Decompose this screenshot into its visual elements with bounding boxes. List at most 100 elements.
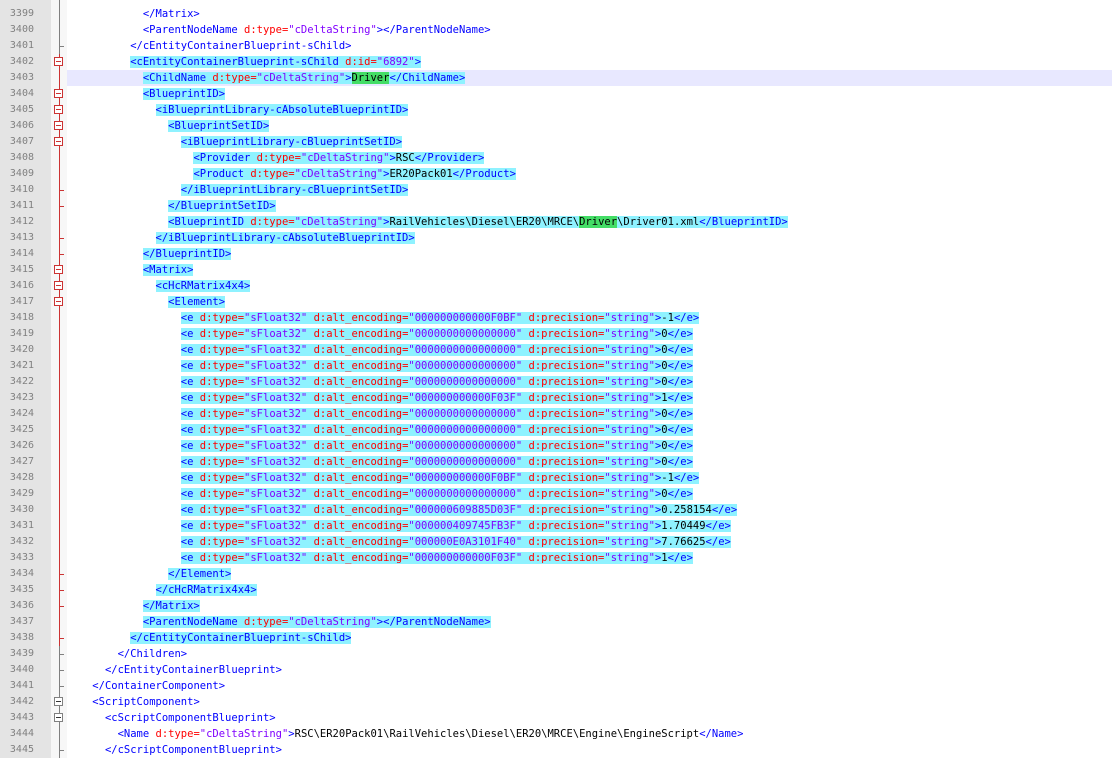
fold-collapse-icon[interactable] — [51, 278, 67, 294]
code-line[interactable]: 3442 <ScriptComponent> — [0, 694, 1112, 710]
code-text[interactable]: <e d:type="sFloat32" d:alt_encoding="000… — [67, 390, 693, 406]
code-text[interactable]: <BlueprintID> — [67, 86, 226, 102]
code-line[interactable]: 3416 <cHcRMatrix4x4> — [0, 278, 1112, 294]
code-text[interactable]: </Element> — [67, 566, 232, 582]
fold-collapse-icon[interactable] — [51, 694, 67, 710]
code-text[interactable]: <ChildName d:type="cDeltaString">Driver<… — [67, 70, 466, 86]
code-line[interactable]: 3421 <e d:type="sFloat32" d:alt_encoding… — [0, 358, 1112, 374]
code-text[interactable]: </iBlueprintLibrary-cBlueprintSetID> — [67, 182, 409, 198]
code-line[interactable]: 3427 <e d:type="sFloat32" d:alt_encoding… — [0, 454, 1112, 470]
code-text[interactable]: <e d:type="sFloat32" d:alt_encoding="000… — [67, 326, 693, 342]
fold-collapse-icon[interactable] — [51, 86, 67, 102]
code-text[interactable]: <iBlueprintLibrary-cAbsoluteBlueprintID> — [67, 102, 409, 118]
code-line[interactable]: 3418 <e d:type="sFloat32" d:alt_encoding… — [0, 310, 1112, 326]
code-text[interactable]: <Provider d:type="cDeltaString">RSC</Pro… — [67, 150, 485, 166]
code-line[interactable]: 3432 <e d:type="sFloat32" d:alt_encoding… — [0, 534, 1112, 550]
code-line[interactable]: 3399 </Matrix> — [0, 6, 1112, 22]
code-text[interactable]: <ScriptComponent> — [67, 694, 199, 710]
code-line[interactable]: 3429 <e d:type="sFloat32" d:alt_encoding… — [0, 486, 1112, 502]
code-text[interactable]: <BlueprintID d:type="cDeltaString">RailV… — [67, 214, 788, 230]
minus-box-icon[interactable] — [54, 89, 63, 98]
code-line[interactable]: 3433 <e d:type="sFloat32" d:alt_encoding… — [0, 550, 1112, 566]
minus-box-icon[interactable] — [54, 57, 63, 66]
code-text[interactable]: <ParentNodeName d:type="cDeltaString"></… — [67, 22, 491, 38]
code-line[interactable]: 3406 <BlueprintSetID> — [0, 118, 1112, 134]
code-text[interactable]: <e d:type="sFloat32" d:alt_encoding="000… — [67, 358, 693, 374]
code-text[interactable]: </cEntityContainerBlueprint-sChild> — [67, 630, 352, 646]
code-line[interactable]: 3425 <e d:type="sFloat32" d:alt_encoding… — [0, 422, 1112, 438]
code-text[interactable]: <iBlueprintLibrary-cBlueprintSetID> — [67, 134, 403, 150]
code-text[interactable]: <e d:type="sFloat32" d:alt_encoding="000… — [67, 534, 731, 550]
code-text[interactable]: </cHcRMatrix4x4> — [67, 582, 257, 598]
fold-collapse-icon[interactable] — [51, 102, 67, 118]
code-line[interactable]: 3423 <e d:type="sFloat32" d:alt_encoding… — [0, 390, 1112, 406]
code-text[interactable]: </Matrix> — [67, 6, 200, 22]
code-line[interactable]: 3414 </BlueprintID> — [0, 246, 1112, 262]
code-text[interactable]: <Name d:type="cDeltaString">RSC\ER20Pack… — [67, 726, 744, 742]
code-text[interactable]: </iBlueprintLibrary-cAbsoluteBlueprintID… — [67, 230, 415, 246]
code-text[interactable]: </BlueprintSetID> — [67, 198, 276, 214]
code-line[interactable]: 3419 <e d:type="sFloat32" d:alt_encoding… — [0, 326, 1112, 342]
fold-collapse-icon[interactable] — [51, 262, 67, 278]
code-line[interactable]: 3443 <cScriptComponentBlueprint> — [0, 710, 1112, 726]
fold-collapse-icon[interactable] — [51, 54, 67, 70]
code-line[interactable]: 3408 <Provider d:type="cDeltaString">RSC… — [0, 150, 1112, 166]
fold-collapse-icon[interactable] — [51, 118, 67, 134]
code-line[interactable]: 3405 <iBlueprintLibrary-cAbsoluteBluepri… — [0, 102, 1112, 118]
code-line[interactable]: 3426 <e d:type="sFloat32" d:alt_encoding… — [0, 438, 1112, 454]
code-line[interactable]: 3409 <Product d:type="cDeltaString">ER20… — [0, 166, 1112, 182]
code-text[interactable]: <BlueprintSetID> — [67, 118, 270, 134]
code-line[interactable]: 3422 <e d:type="sFloat32" d:alt_encoding… — [0, 374, 1112, 390]
code-line[interactable]: 3444 <Name d:type="cDeltaString">RSC\ER2… — [0, 726, 1112, 742]
code-text[interactable]: <e d:type="sFloat32" d:alt_encoding="000… — [67, 502, 738, 518]
code-line[interactable]: 3407 <iBlueprintLibrary-cBlueprintSetID> — [0, 134, 1112, 150]
code-line[interactable]: 3415 <Matrix> — [0, 262, 1112, 278]
code-line[interactable]: 3437 <ParentNodeName d:type="cDeltaStrin… — [0, 614, 1112, 630]
fold-collapse-icon[interactable] — [51, 710, 67, 726]
code-text[interactable]: <Product d:type="cDeltaString">ER20Pack0… — [67, 166, 516, 182]
code-line[interactable]: 3445 </cScriptComponentBlueprint> — [0, 742, 1112, 758]
code-text[interactable]: <e d:type="sFloat32" d:alt_encoding="000… — [67, 342, 693, 358]
code-text[interactable]: <cHcRMatrix4x4> — [67, 278, 251, 294]
minus-box-icon[interactable] — [54, 713, 63, 722]
code-text[interactable]: <cScriptComponentBlueprint> — [67, 710, 276, 726]
code-line[interactable]: 3436 </Matrix> — [0, 598, 1112, 614]
code-line[interactable]: 3400 <ParentNodeName d:type="cDeltaStrin… — [0, 22, 1112, 38]
code-line[interactable]: 3420 <e d:type="sFloat32" d:alt_encoding… — [0, 342, 1112, 358]
code-line[interactable]: 3402 <cEntityContainerBlueprint-sChild d… — [0, 54, 1112, 70]
code-editor[interactable]: 3399 </Matrix> 3400 <ParentNodeName d:typ… — [0, 0, 1112, 762]
code-text[interactable]: <cEntityContainerBlueprint-sChild d:id="… — [67, 54, 422, 70]
code-line[interactable]: 3404 <BlueprintID> — [0, 86, 1112, 102]
fold-collapse-icon[interactable] — [51, 134, 67, 150]
code-line[interactable]: 3424 <e d:type="sFloat32" d:alt_encoding… — [0, 406, 1112, 422]
code-text[interactable]: </ContainerComponent> — [67, 678, 225, 694]
code-line[interactable]: 3411 </BlueprintSetID> — [0, 198, 1112, 214]
code-text[interactable]: <e d:type="sFloat32" d:alt_encoding="000… — [67, 438, 693, 454]
code-line[interactable]: 3440 </cEntityContainerBlueprint> — [0, 662, 1112, 678]
code-text[interactable]: <e d:type="sFloat32" d:alt_encoding="000… — [67, 518, 731, 534]
code-line[interactable]: 3439 </Children> — [0, 646, 1112, 662]
minus-box-icon[interactable] — [54, 297, 63, 306]
code-text[interactable]: </cEntityContainerBlueprint-sChild> — [67, 38, 351, 54]
code-text[interactable]: <Element> — [67, 294, 226, 310]
code-text[interactable]: <e d:type="sFloat32" d:alt_encoding="000… — [67, 406, 693, 422]
code-text[interactable]: <e d:type="sFloat32" d:alt_encoding="000… — [67, 422, 693, 438]
code-text[interactable]: </Children> — [67, 646, 188, 662]
code-text[interactable]: <e d:type="sFloat32" d:alt_encoding="000… — [67, 310, 700, 326]
code-text[interactable]: <e d:type="sFloat32" d:alt_encoding="000… — [67, 486, 693, 502]
code-text[interactable]: <ParentNodeName d:type="cDeltaString"></… — [67, 614, 491, 630]
fold-collapse-icon[interactable] — [51, 294, 67, 310]
code-line[interactable]: 3434 </Element> — [0, 566, 1112, 582]
code-text[interactable]: <e d:type="sFloat32" d:alt_encoding="000… — [67, 454, 693, 470]
code-line[interactable]: 3441 </ContainerComponent> — [0, 678, 1112, 694]
code-text[interactable]: </cScriptComponentBlueprint> — [67, 742, 282, 758]
code-line[interactable]: 3438 </cEntityContainerBlueprint-sChild> — [0, 630, 1112, 646]
minus-box-icon[interactable] — [54, 265, 63, 274]
code-text[interactable]: <Matrix> — [67, 262, 194, 278]
minus-box-icon[interactable] — [54, 697, 63, 706]
code-line[interactable]: 3410 </iBlueprintLibrary-cBlueprintSetID… — [0, 182, 1112, 198]
code-line[interactable]: 3413 </iBlueprintLibrary-cAbsoluteBluepr… — [0, 230, 1112, 246]
code-text[interactable]: <e d:type="sFloat32" d:alt_encoding="000… — [67, 470, 700, 486]
code-line[interactable]: 3430 <e d:type="sFloat32" d:alt_encoding… — [0, 502, 1112, 518]
code-line[interactable]: 3417 <Element> — [0, 294, 1112, 310]
